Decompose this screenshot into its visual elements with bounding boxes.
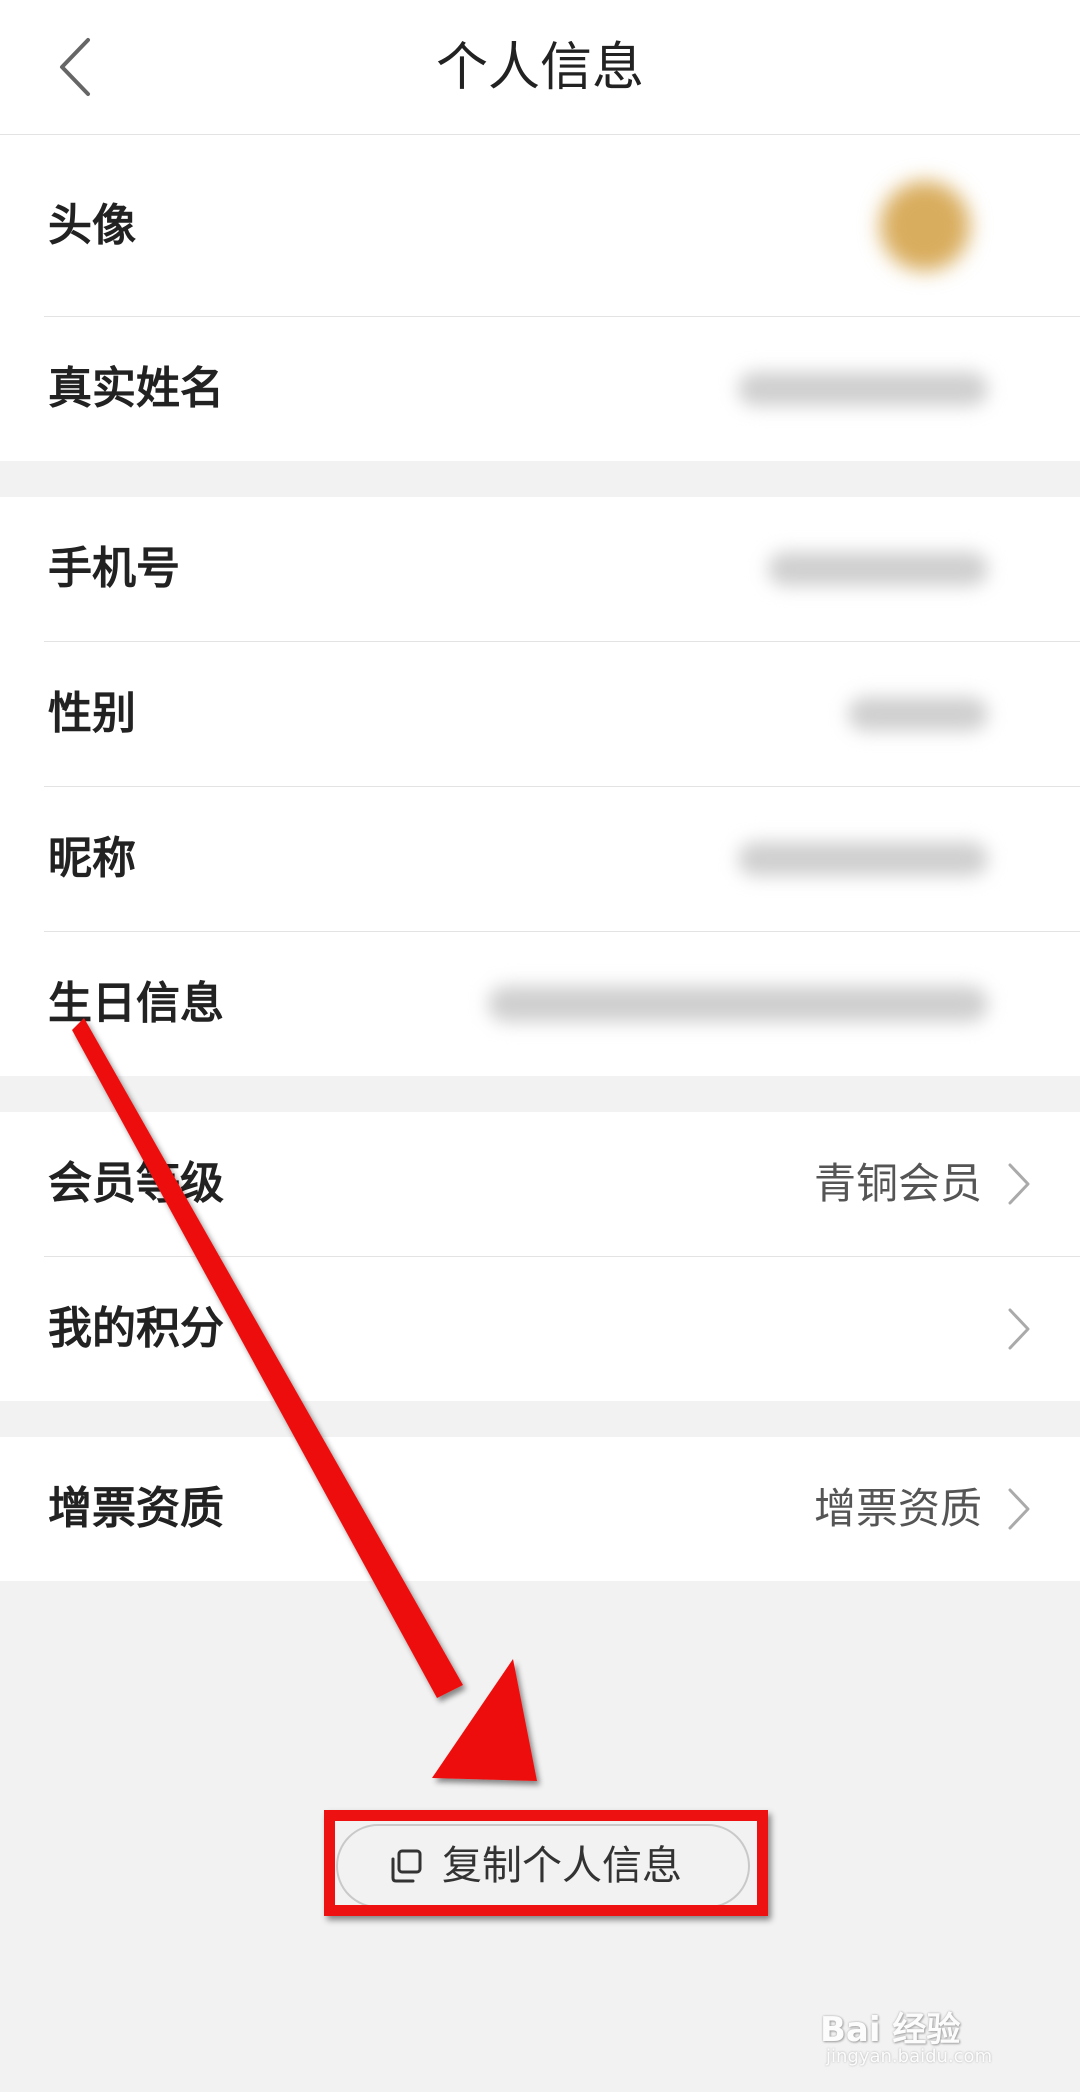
chevron-right-icon bbox=[1008, 1308, 1030, 1349]
profile-group-basic: 头像 真实姓名 bbox=[0, 135, 1080, 461]
member-level-label: 会员等级 bbox=[48, 1158, 224, 1209]
invoice-qualification-row[interactable]: 增票资质 增票资质 bbox=[0, 1437, 1080, 1581]
phone-label: 手机号 bbox=[48, 543, 180, 594]
birthday-row[interactable]: 生日信息 bbox=[0, 931, 1080, 1076]
watermark-url: jingyan.baidu.com bbox=[826, 2046, 993, 2067]
birthday-label: 生日信息 bbox=[48, 977, 224, 1029]
birthday-redacted-value bbox=[488, 985, 988, 1022]
nickname-row[interactable]: 昵称 bbox=[0, 786, 1080, 931]
member-level-row[interactable]: 会员等级 青铜会员 bbox=[0, 1112, 1080, 1256]
avatar-row[interactable]: 头像 bbox=[0, 135, 1080, 316]
top-nav-bar: 个人信息 bbox=[0, 0, 1080, 135]
gender-row[interactable]: 性别 bbox=[0, 641, 1080, 786]
nickname-redacted-value bbox=[738, 841, 988, 876]
avatar bbox=[880, 180, 970, 271]
gender-redacted-value bbox=[848, 696, 988, 731]
chevron-right-icon bbox=[1008, 1163, 1030, 1205]
invoice-qualification-value: 增票资质 bbox=[813, 1484, 982, 1533]
phone-redacted-value bbox=[768, 552, 988, 586]
watermark: Bai 经验 jingyan.baidu.com bbox=[820, 2002, 1030, 2076]
profile-group-details: 手机号 性别 昵称 生日信息 bbox=[0, 497, 1080, 1076]
invoice-group: 增票资质 增票资质 bbox=[0, 1437, 1080, 1581]
watermark-logo: Bai 经验 bbox=[820, 2010, 961, 2050]
phone-row[interactable]: 手机号 bbox=[0, 497, 1080, 641]
real-name-row[interactable]: 真实姓名 bbox=[0, 316, 1080, 461]
real-name-redacted-value bbox=[738, 371, 988, 406]
page-title: 个人信息 bbox=[435, 38, 644, 98]
annotation-highlight-box bbox=[324, 1810, 768, 1916]
avatar-label: 头像 bbox=[48, 199, 136, 251]
chevron-right-icon bbox=[1008, 1488, 1030, 1530]
member-level-value: 青铜会员 bbox=[813, 1159, 982, 1208]
membership-group: 会员等级 青铜会员 我的积分 bbox=[0, 1112, 1080, 1401]
real-name-label: 真实姓名 bbox=[48, 362, 224, 414]
invoice-qualification-label: 增票资质 bbox=[48, 1483, 224, 1534]
nickname-label: 昵称 bbox=[48, 832, 136, 884]
gender-label: 性别 bbox=[48, 687, 136, 739]
points-label: 我的积分 bbox=[48, 1302, 224, 1354]
points-row[interactable]: 我的积分 bbox=[0, 1256, 1080, 1401]
